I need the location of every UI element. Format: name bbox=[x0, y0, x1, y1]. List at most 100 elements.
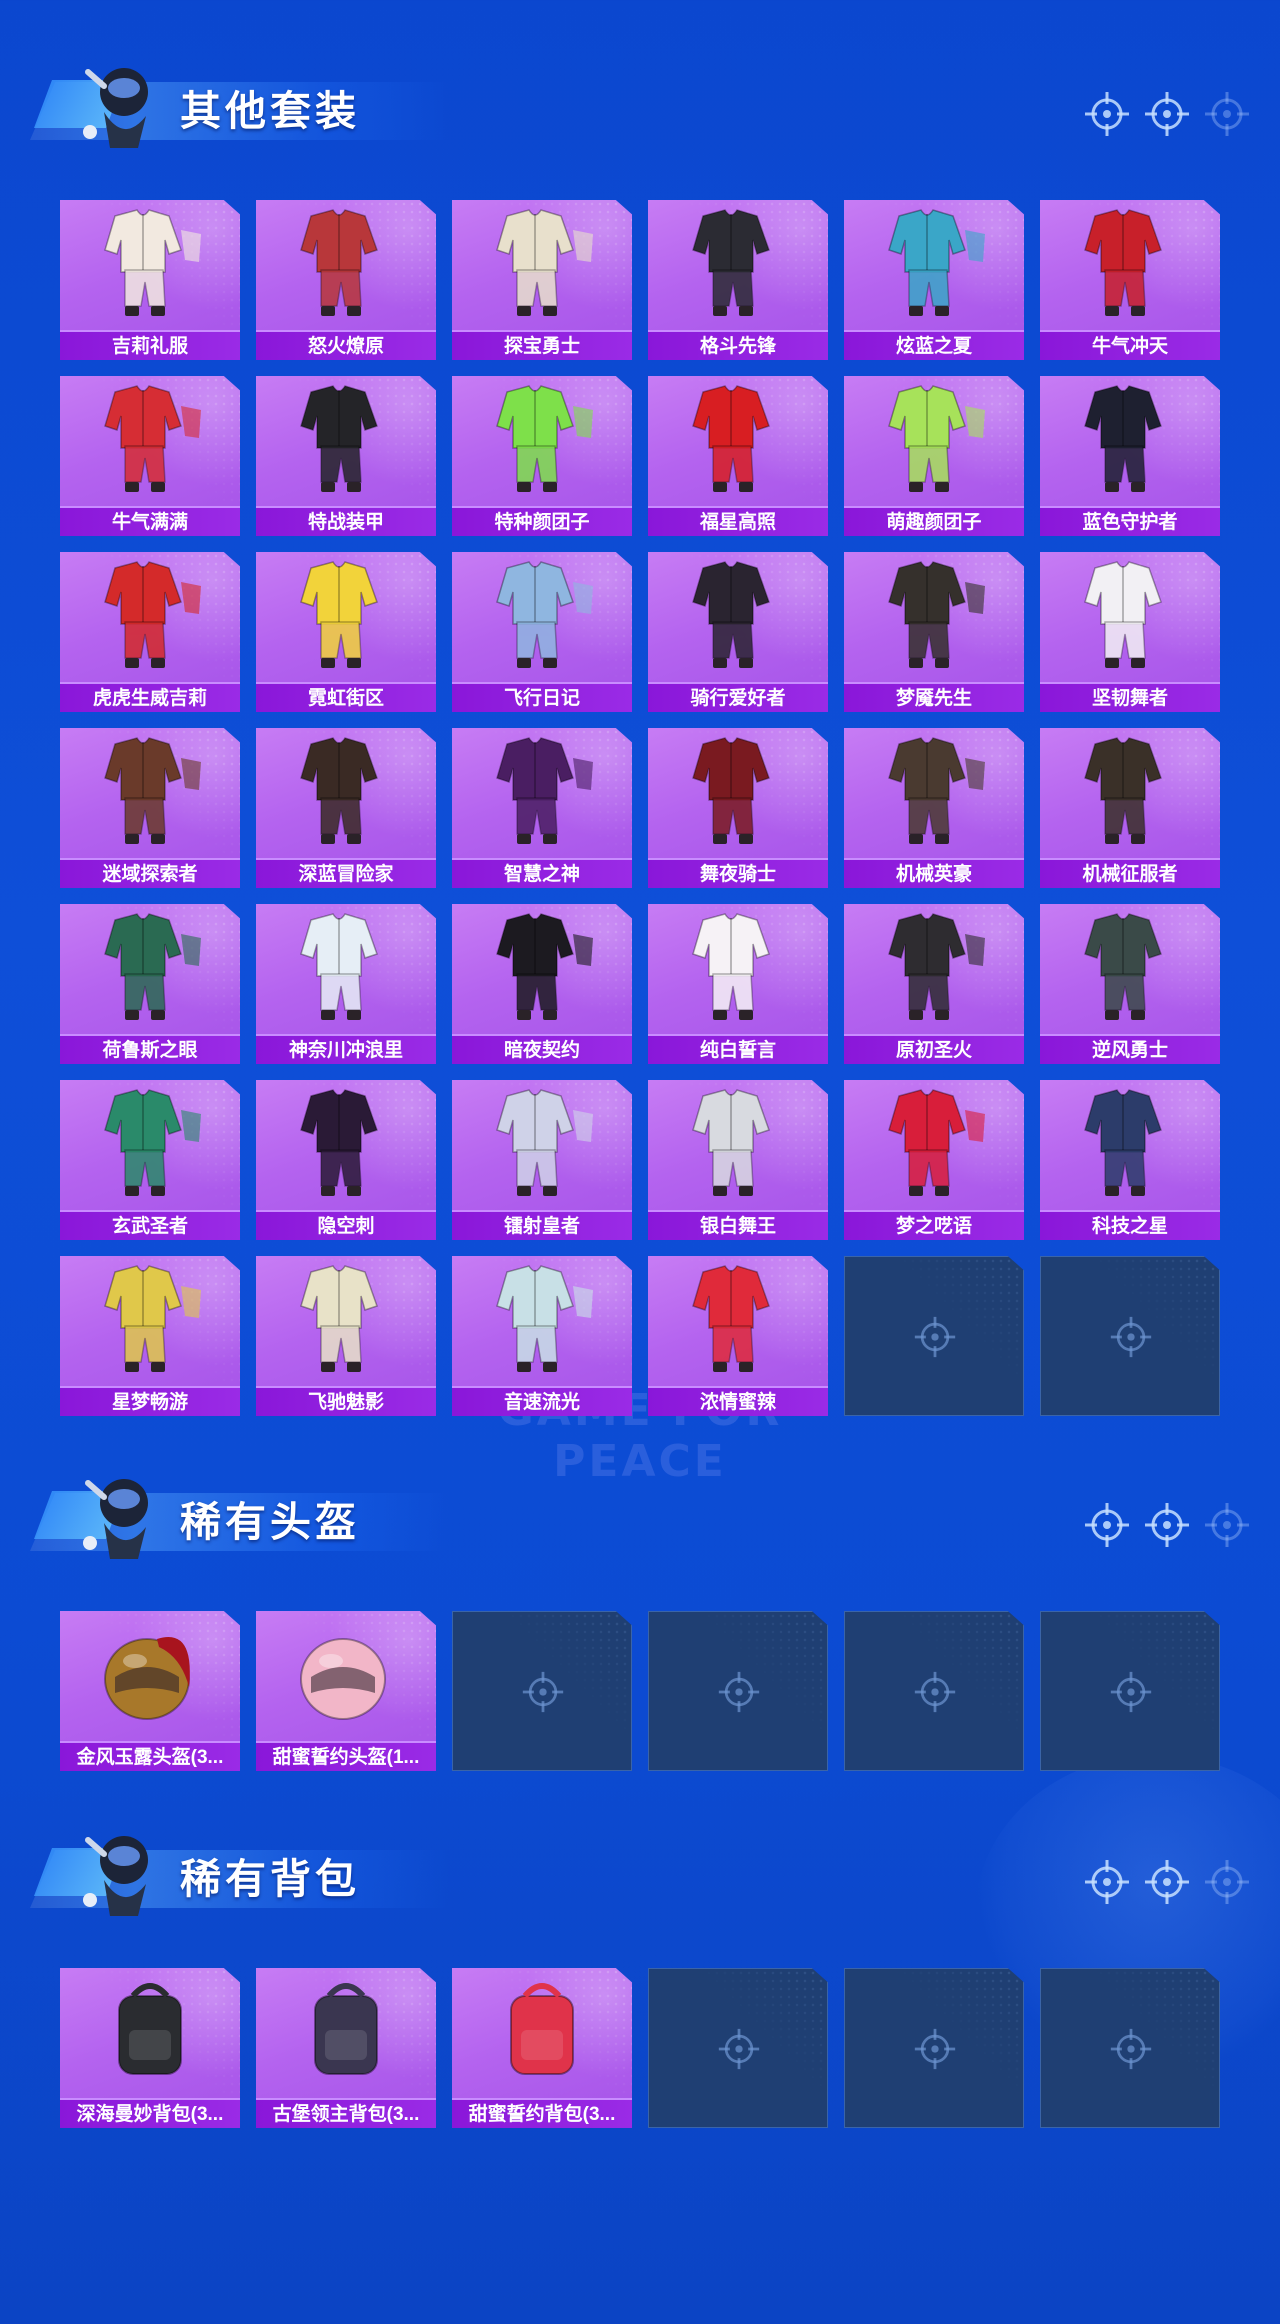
item-card[interactable]: 牛气冲天 bbox=[1040, 200, 1220, 360]
item-name: 浓情蜜辣 bbox=[648, 1386, 828, 1416]
crosshair-icon bbox=[1143, 1858, 1191, 1906]
crosshair-glyph bbox=[1205, 92, 1249, 136]
item-image bbox=[496, 1089, 593, 1196]
item-card[interactable]: 机械英豪 bbox=[844, 728, 1024, 888]
empty-slot bbox=[1040, 1611, 1220, 1771]
item-card[interactable]: 纯白誓言 bbox=[648, 904, 828, 1064]
item-name: 荷鲁斯之眼 bbox=[60, 1034, 240, 1064]
item-name: 霓虹街区 bbox=[256, 682, 436, 712]
item-card[interactable]: 梦之呓语 bbox=[844, 1080, 1024, 1240]
item-name: 深海曼妙背包(3... bbox=[60, 2098, 240, 2128]
item-card[interactable]: 萌趣颜团子 bbox=[844, 376, 1024, 536]
item-card[interactable]: 深海曼妙背包(3... bbox=[60, 1968, 240, 2128]
item-card[interactable]: 隐空刺 bbox=[256, 1080, 436, 1240]
item-card[interactable]: 银白舞王 bbox=[648, 1080, 828, 1240]
crosshair-decoration bbox=[1083, 90, 1263, 138]
item-image bbox=[692, 385, 770, 492]
item-name: 古堡领主背包(3... bbox=[256, 2098, 436, 2128]
item-card[interactable]: 星梦畅游 bbox=[60, 1256, 240, 1416]
mascot-icon bbox=[83, 68, 148, 148]
item-card[interactable]: 梦魇先生 bbox=[844, 552, 1024, 712]
item-image bbox=[104, 561, 201, 668]
item-name: 逆风勇士 bbox=[1040, 1034, 1220, 1064]
item-image bbox=[104, 209, 201, 316]
item-card[interactable]: 原初圣火 bbox=[844, 904, 1024, 1064]
item-card[interactable]: 虎虎生威吉莉 bbox=[60, 552, 240, 712]
item-card[interactable]: 机械征服者 bbox=[1040, 728, 1220, 888]
item-image bbox=[692, 1089, 770, 1196]
empty-slot bbox=[844, 1256, 1024, 1416]
item-card[interactable]: 霓虹街区 bbox=[256, 552, 436, 712]
item-image bbox=[300, 913, 378, 1020]
item-image bbox=[496, 209, 593, 316]
item-card[interactable]: 迷域探索者 bbox=[60, 728, 240, 888]
item-card[interactable]: 坚韧舞者 bbox=[1040, 552, 1220, 712]
crosshair-icon bbox=[913, 1315, 957, 1359]
crosshair-icon bbox=[1109, 1670, 1153, 1714]
item-card[interactable]: 飞行日记 bbox=[452, 552, 632, 712]
item-card[interactable]: 甜蜜誓约头盔(1... bbox=[256, 1611, 436, 1771]
item-image bbox=[888, 385, 985, 492]
item-name: 甜蜜誓约头盔(1... bbox=[256, 1741, 436, 1771]
item-image bbox=[1084, 385, 1162, 492]
item-card[interactable]: 福星高照 bbox=[648, 376, 828, 536]
crosshair-icon bbox=[1143, 1501, 1191, 1549]
item-card[interactable]: 探宝勇士 bbox=[452, 200, 632, 360]
item-name: 甜蜜誓约背包(3... bbox=[452, 2098, 632, 2128]
item-image bbox=[692, 737, 770, 844]
item-image bbox=[1084, 913, 1162, 1020]
item-card[interactable]: 科技之星 bbox=[1040, 1080, 1220, 1240]
item-card[interactable]: 音速流光 bbox=[452, 1256, 632, 1416]
item-name: 玄武圣者 bbox=[60, 1210, 240, 1240]
item-image bbox=[888, 737, 985, 844]
item-name: 蓝色守护者 bbox=[1040, 506, 1220, 536]
item-card[interactable]: 骑行爱好者 bbox=[648, 552, 828, 712]
section-header: 稀有背包 bbox=[30, 1820, 1260, 1920]
item-name: 虎虎生威吉莉 bbox=[60, 682, 240, 712]
item-image bbox=[692, 1265, 770, 1372]
item-card[interactable]: 格斗先锋 bbox=[648, 200, 828, 360]
item-card[interactable]: 甜蜜誓约背包(3... bbox=[452, 1968, 632, 2128]
item-card[interactable]: 特战装甲 bbox=[256, 376, 436, 536]
crosshair-glyph bbox=[522, 1671, 564, 1713]
item-name: 飞行日记 bbox=[452, 682, 632, 712]
mascot-icon bbox=[83, 1836, 148, 1916]
item-card[interactable]: 飞驰魅影 bbox=[256, 1256, 436, 1416]
item-name: 机械征服者 bbox=[1040, 858, 1220, 888]
item-card[interactable]: 逆风勇士 bbox=[1040, 904, 1220, 1064]
item-card[interactable]: 牛气满满 bbox=[60, 376, 240, 536]
item-card[interactable]: 舞夜骑士 bbox=[648, 728, 828, 888]
item-card[interactable]: 蓝色守护者 bbox=[1040, 376, 1220, 536]
item-name: 炫蓝之夏 bbox=[844, 330, 1024, 360]
item-image bbox=[118, 1983, 182, 2075]
item-card[interactable]: 炫蓝之夏 bbox=[844, 200, 1024, 360]
crosshair-glyph bbox=[914, 1671, 956, 1713]
crosshair-icon bbox=[913, 1670, 957, 1714]
item-image bbox=[300, 737, 378, 844]
item-card[interactable]: 浓情蜜辣 bbox=[648, 1256, 828, 1416]
item-image bbox=[1084, 737, 1162, 844]
item-card[interactable]: 暗夜契约 bbox=[452, 904, 632, 1064]
item-card[interactable]: 玄武圣者 bbox=[60, 1080, 240, 1240]
item-card[interactable]: 镭射皇者 bbox=[452, 1080, 632, 1240]
empty-slot bbox=[1040, 1256, 1220, 1416]
item-name: 怒火燎原 bbox=[256, 330, 436, 360]
item-image bbox=[300, 385, 378, 492]
item-card[interactable]: 荷鲁斯之眼 bbox=[60, 904, 240, 1064]
item-image bbox=[496, 561, 593, 668]
item-card[interactable]: 深蓝冒险家 bbox=[256, 728, 436, 888]
item-card[interactable]: 神奈川冲浪里 bbox=[256, 904, 436, 1064]
item-card[interactable]: 吉莉礼服 bbox=[60, 200, 240, 360]
crosshair-icon bbox=[717, 2027, 761, 2071]
crosshair-icon bbox=[1083, 1501, 1131, 1549]
empty-slot bbox=[648, 1968, 828, 2128]
item-card[interactable]: 怒火燎原 bbox=[256, 200, 436, 360]
item-card[interactable]: 金风玉露头盔(3... bbox=[60, 1611, 240, 1771]
item-card[interactable]: 古堡领主背包(3... bbox=[256, 1968, 436, 2128]
crosshair-icon bbox=[1203, 1501, 1251, 1549]
item-card[interactable]: 特种颜团子 bbox=[452, 376, 632, 536]
item-name: 纯白誓言 bbox=[648, 1034, 828, 1064]
crosshair-glyph bbox=[1145, 1860, 1189, 1904]
item-card[interactable]: 智慧之神 bbox=[452, 728, 632, 888]
crosshair-icon bbox=[717, 1670, 761, 1714]
